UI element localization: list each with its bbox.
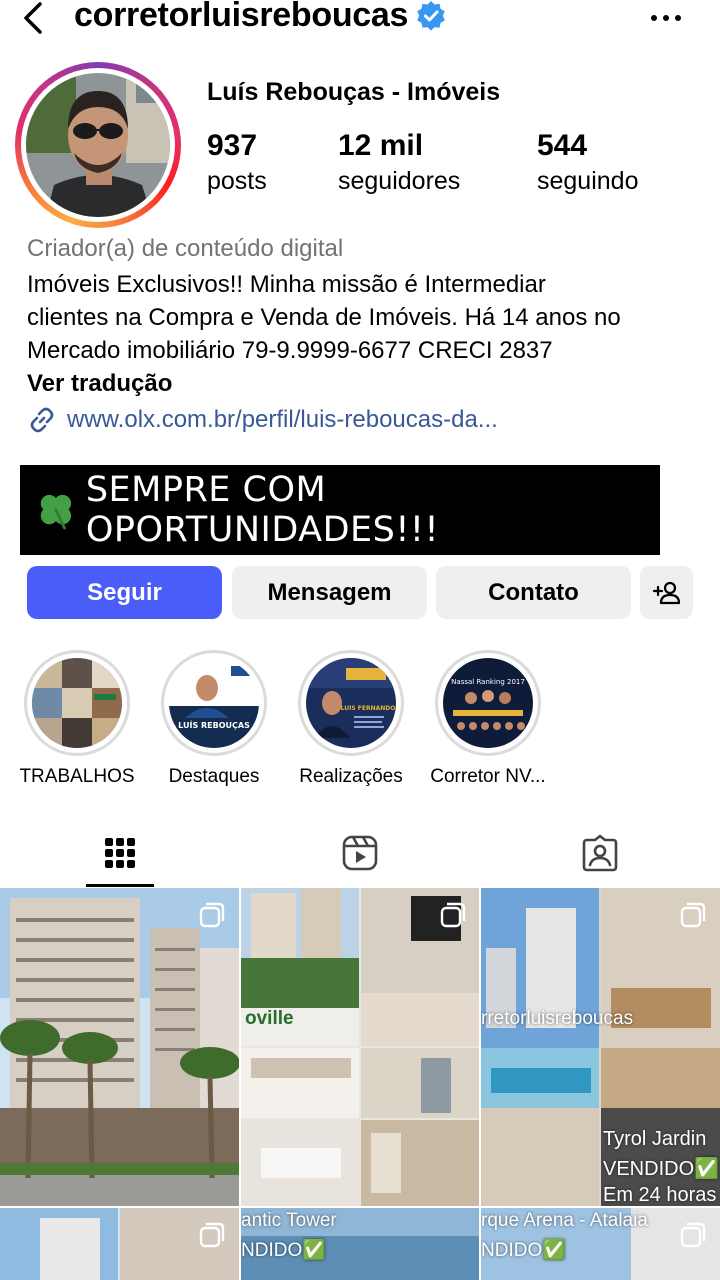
- highlight-corretor-nv[interactable]: Nassal Ranking 2017 Corretor NV...: [418, 650, 558, 788]
- post-tile[interactable]: rretorluisreboucas Tyrol Jardin VENDIDO✅…: [481, 888, 720, 1206]
- posts-grid: oville rretorluisreboucas Tyrol Jardin V…: [0, 888, 720, 1280]
- profile-link[interactable]: www.olx.com.br/perfil/luis-reboucas-da..…: [27, 405, 498, 435]
- profile-category: Criador(a) de conteúdo digital: [27, 235, 344, 262]
- stat-following-value: 544: [537, 129, 588, 162]
- message-button[interactable]: Mensagem: [232, 566, 427, 619]
- promo-banner: SEMPRE COM OPORTUNIDADES!!!: [20, 465, 660, 555]
- stat-posts[interactable]: 937 posts: [207, 128, 267, 198]
- highlight-image-text: Nassal Ranking 2017: [451, 678, 525, 686]
- see-translation-link[interactable]: Ver tradução: [27, 370, 172, 398]
- stat-following[interactable]: 544 seguindo: [537, 128, 638, 198]
- carousel-icon: [199, 1222, 225, 1248]
- highlight-cover: LUÍS REBOUÇAS: [169, 658, 259, 748]
- highlight-label: Corretor NV...: [430, 766, 546, 787]
- post-overlay-text: NDIDO✅: [481, 1240, 566, 1261]
- suggest-people-button[interactable]: [640, 566, 693, 619]
- top-bar: corretorluisreboucas: [0, 0, 720, 40]
- highlight-cover: LUIS FERNANDO: [306, 658, 396, 748]
- post-tile[interactable]: oville: [241, 888, 479, 1206]
- grid-icon: [105, 838, 135, 868]
- username-header: corretorluisreboucas: [74, 0, 446, 35]
- follow-button[interactable]: Seguir: [27, 566, 222, 619]
- highlight-label: Realizações: [299, 766, 403, 787]
- more-options-icon[interactable]: [648, 4, 684, 28]
- post-overlay-text: VENDIDO✅: [603, 1158, 720, 1180]
- post-overlay-text: Tyrol Jardin: [603, 1128, 707, 1150]
- tab-reels[interactable]: [240, 820, 480, 886]
- highlight-image-text: LUIS FERNANDO: [341, 705, 396, 712]
- four-leaf-clover-icon: [40, 494, 72, 530]
- stat-following-label: seguindo: [537, 167, 639, 195]
- add-person-icon: [652, 581, 680, 604]
- display-name: Luís Rebouças - Imóveis: [207, 78, 501, 106]
- highlight-cover: Nassal Ranking 2017: [443, 658, 533, 748]
- bio: Imóveis Exclusivos!! Minha missão é Inte…: [27, 268, 707, 367]
- post-overlay-text: NDIDO✅: [241, 1240, 326, 1261]
- post-overlay-text: rretorluisreboucas: [481, 1008, 634, 1029]
- link-text[interactable]: www.olx.com.br/perfil/luis-reboucas-da..…: [67, 406, 498, 434]
- highlight-image-text: LUÍS REBOUÇAS: [178, 719, 250, 730]
- post-tile[interactable]: antic Tower NDIDO✅: [241, 1208, 479, 1280]
- highlight-cover: [32, 658, 122, 748]
- stat-posts-label: posts: [207, 167, 267, 195]
- highlight-trabalhos[interactable]: TRABALHOS: [7, 650, 147, 788]
- active-tab-indicator: [86, 884, 154, 887]
- highlight-destaques[interactable]: LUÍS REBOUÇAS Destaques: [144, 650, 284, 788]
- stat-followers-label: seguidores: [338, 167, 461, 195]
- post-overlay-text: antic Tower: [241, 1210, 337, 1231]
- bio-line: Imóveis Exclusivos!! Minha missão é Inte…: [27, 271, 546, 298]
- profile-avatar-story-ring[interactable]: [15, 62, 181, 228]
- stat-followers-value: 12 mil: [338, 129, 424, 162]
- bio-line: clientes na Compra e Venda de Imóveis. H…: [27, 304, 621, 331]
- stat-followers[interactable]: 12 mil seguidores: [338, 128, 460, 198]
- tagged-person-icon: [582, 834, 618, 872]
- contact-button[interactable]: Contato: [436, 566, 631, 619]
- bio-line: Mercado imobiliário 79-9.9999-6677 CRECI…: [27, 337, 553, 364]
- tab-grid[interactable]: [0, 820, 240, 886]
- carousel-icon: [199, 902, 225, 928]
- username: corretorluisreboucas: [74, 0, 409, 34]
- link-icon: [30, 407, 54, 433]
- reels-icon: [342, 835, 378, 871]
- carousel-icon: [680, 902, 706, 928]
- post-tile[interactable]: [0, 888, 239, 1206]
- back-chevron-icon[interactable]: [16, 0, 52, 36]
- tab-tagged[interactable]: [480, 820, 720, 886]
- highlight-label: TRABALHOS: [19, 766, 135, 787]
- post-overlay-text: rque Arena - Atalaia: [481, 1210, 648, 1231]
- highlight-realizacoes[interactable]: LUIS FERNANDO Realizações: [281, 650, 421, 788]
- avatar: [26, 73, 170, 217]
- post-overlay-text: oville: [245, 1008, 294, 1029]
- stat-posts-value: 937: [207, 129, 258, 162]
- post-overlay-text: Em 24 horas: [603, 1184, 717, 1206]
- carousel-icon: [440, 902, 466, 928]
- profile-tabs: [0, 820, 720, 887]
- carousel-icon: [680, 1222, 706, 1248]
- highlight-label: Destaques: [168, 766, 260, 787]
- banner-text: SEMPRE COM OPORTUNIDADES!!!: [85, 470, 439, 550]
- verified-badge-icon: [417, 0, 445, 31]
